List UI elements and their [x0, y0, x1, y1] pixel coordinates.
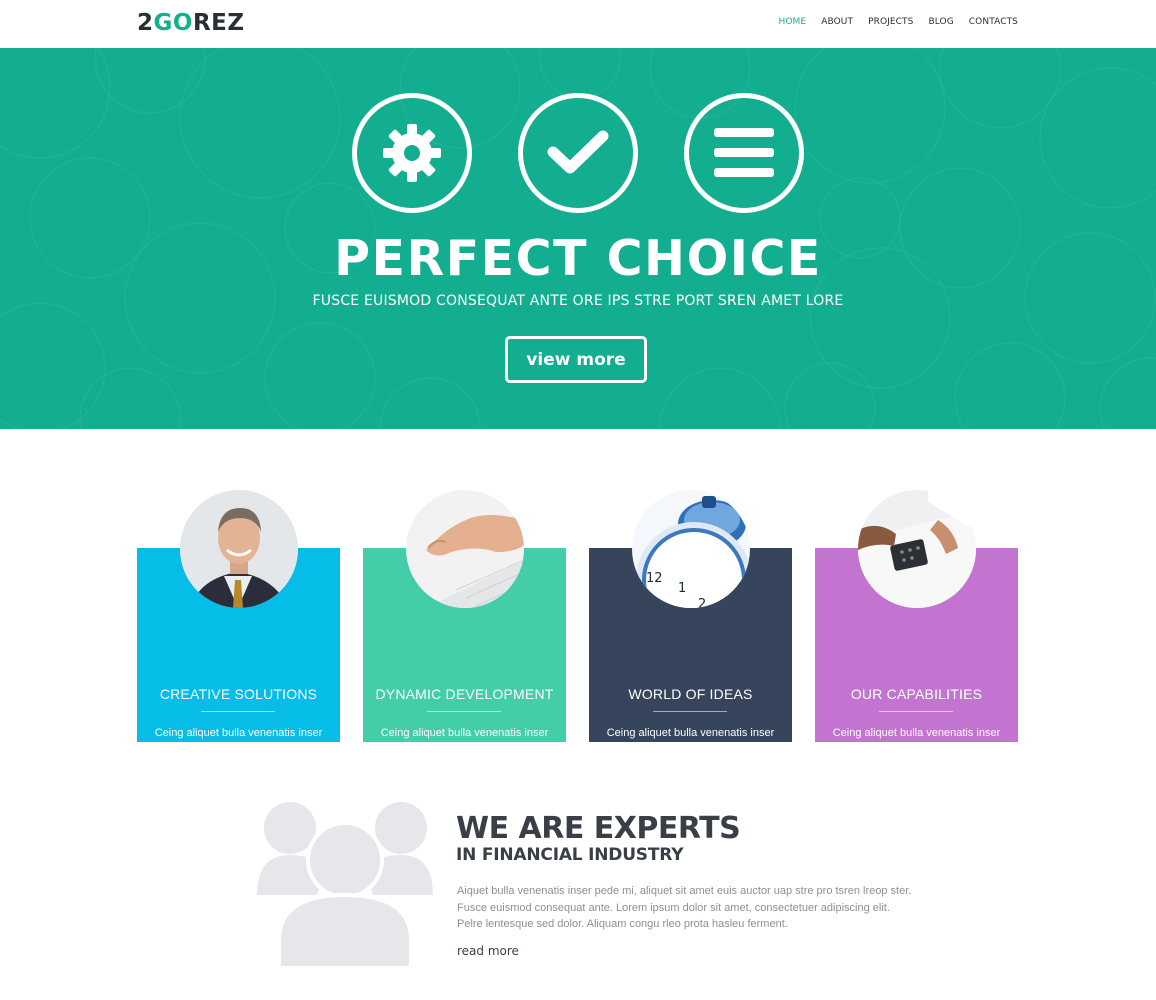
check-icon	[547, 130, 609, 174]
main-nav: HOME ABOUT PROJECTS BLOG CONTACTS	[779, 17, 1019, 27]
feature-cards: CREATIVE SOLUTIONS Ceing aliquet bulla v…	[137, 490, 1018, 772]
hero-title: PERFECT CHOICE	[334, 230, 822, 287]
view-more-button[interactable]: view more	[505, 336, 647, 383]
check-button[interactable]	[518, 93, 638, 213]
nav-about[interactable]: ABOUT	[821, 17, 853, 27]
hero-banner: PERFECT CHOICE FUSCE EUISMOD CONSEQUAT A…	[0, 48, 1156, 429]
businessman-photo	[180, 490, 298, 608]
card-text: Ceing aliquet bulla venenatis inser pede…	[832, 727, 1001, 772]
svg-text:1: 1	[678, 581, 686, 596]
svg-text:12: 12	[646, 571, 663, 586]
read-more-link[interactable]: read more	[457, 944, 519, 958]
experts-text: Aiquet bulla venenatis inser pede mi, al…	[457, 885, 912, 930]
nav-home[interactable]: HOME	[779, 17, 807, 27]
alarm-clock-photo: 12 1 2	[632, 490, 750, 608]
card-divider	[879, 711, 953, 712]
card-text: Ceing aliquet bulla venenatis inser pede…	[154, 727, 323, 772]
site-logo[interactable]: 2GOREZ	[137, 10, 245, 36]
calculator-hands-photo	[858, 490, 976, 608]
gear-icon	[383, 124, 441, 182]
hand-keyboard-photo	[406, 490, 524, 608]
logo-part-1: 2	[137, 10, 154, 36]
card-title: DYNAMIC DEVELOPMENT	[375, 686, 554, 702]
site-header: 2GOREZ HOME ABOUT PROJECTS BLOG CONTACTS	[0, 0, 1156, 48]
logo-part-2: GO	[153, 10, 193, 36]
card-divider	[201, 711, 275, 712]
experts-title: WE ARE EXPERTS	[456, 811, 741, 846]
card-divider	[653, 711, 727, 712]
hero-subtitle: FUSCE EUISMOD CONSEQUAT ANTE ORE IPS STR…	[312, 293, 844, 309]
experts-subtitle: IN FINANCIAL INDUSTRY	[456, 845, 684, 865]
menu-button[interactable]	[684, 93, 804, 213]
menu-icon	[714, 128, 774, 177]
gear-button[interactable]	[352, 93, 472, 213]
logo-part-3: REZ	[192, 10, 245, 36]
card-title: OUR CAPABILITIES	[850, 686, 983, 702]
nav-projects[interactable]: PROJECTS	[868, 17, 913, 27]
card-title: CREATIVE SOLUTIONS	[159, 686, 318, 702]
card-text: Ceing aliquet bulla venenatis inser pede…	[380, 727, 549, 772]
card-text: Ceing aliquet bulla venenatis inser pede…	[606, 727, 775, 772]
people-group-icon	[257, 802, 433, 970]
card-title: WORLD OF IDEAS	[628, 686, 753, 702]
hero-icon-row	[352, 93, 804, 213]
nav-contacts[interactable]: CONTACTS	[969, 17, 1018, 27]
card-divider	[427, 711, 501, 712]
nav-blog[interactable]: BLOG	[928, 17, 953, 27]
